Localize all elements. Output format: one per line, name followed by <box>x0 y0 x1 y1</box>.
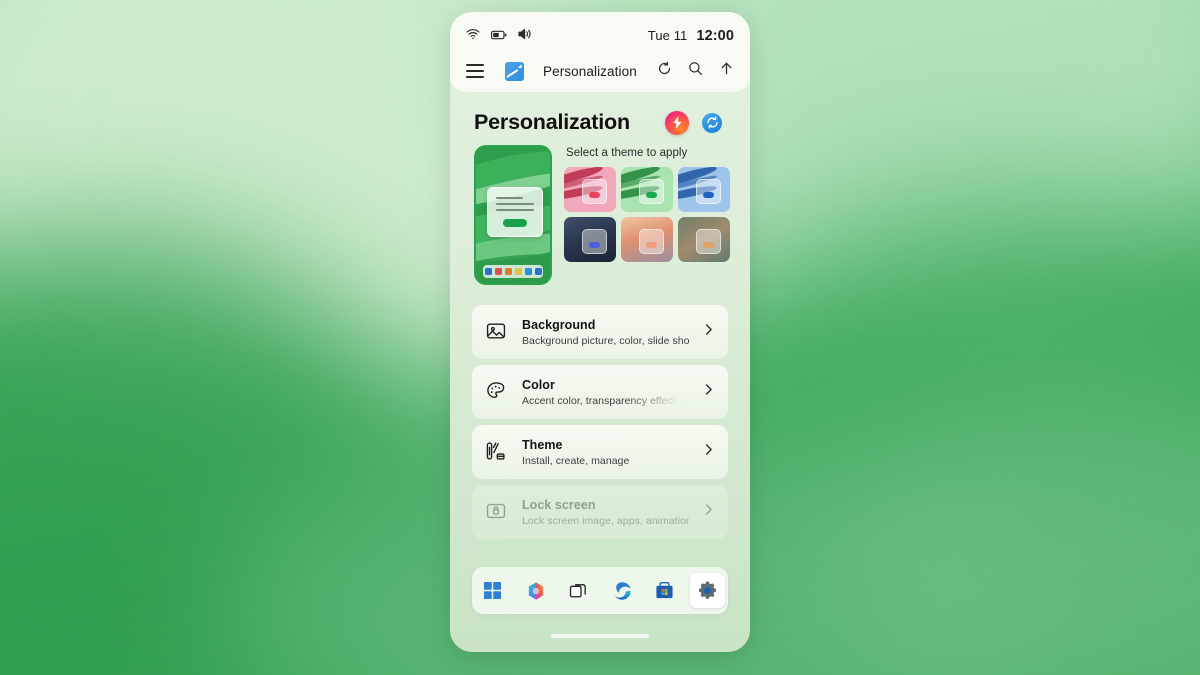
thumbnail-dialog-card <box>581 178 607 204</box>
page-header: Personalization <box>464 92 736 145</box>
windows-logo-icon <box>483 581 502 600</box>
hamburger-icon[interactable] <box>466 64 484 78</box>
thumbnail-accent-button <box>588 191 600 198</box>
home-indicator-bar <box>551 634 649 638</box>
theme-sunset[interactable] <box>621 217 673 262</box>
settings-row-title: Lock screen <box>522 497 596 512</box>
thumbnail-dialog-card <box>638 178 664 204</box>
preview-taskbar <box>483 265 543 278</box>
app-title: Personalization <box>543 63 637 79</box>
settings-row-subtitle: Lock screen image, apps, animations <box>522 514 689 527</box>
start-button[interactable] <box>475 573 510 608</box>
thumbnail-accent-button <box>645 191 657 198</box>
status-bar: Tue 11 12:00 <box>450 22 750 50</box>
store-button[interactable] <box>647 573 682 608</box>
app-bar-actions <box>657 61 734 81</box>
microsoft-store-icon <box>656 581 673 599</box>
chevron-right-icon[interactable] <box>702 503 715 521</box>
current-theme-preview[interactable] <box>474 145 552 285</box>
phone-mockup: Tue 11 12:00 Personalization Personaliza… <box>450 12 750 652</box>
volume-icon <box>518 27 533 45</box>
lock-icon <box>485 500 509 524</box>
settings-row-color[interactable]: Color Accent color, transparency effect, … <box>472 365 728 419</box>
status-date: Tue 11 <box>647 28 688 43</box>
thumbnail-dialog-card <box>695 228 721 254</box>
thumbnail-dialog-card <box>638 228 664 254</box>
thumbnail-accent-button <box>588 241 600 248</box>
header-badges <box>665 110 728 135</box>
settings-row-background[interactable]: Background Background picture, color, sli… <box>472 305 728 359</box>
gear-icon <box>699 581 716 599</box>
settings-row-subtitle: Background picture, color, slide show <box>522 334 689 347</box>
status-bar-clock: Tue 11 12:00 <box>648 28 734 44</box>
preview-accent-button <box>503 219 527 228</box>
theme-picker: Select a theme to apply <box>464 145 736 285</box>
search-icon[interactable] <box>688 61 703 81</box>
theme-pink[interactable] <box>564 167 616 212</box>
settings-row-title: Background <box>522 317 596 332</box>
app-bar: Personalization <box>450 50 750 92</box>
settings-row-lock-screen[interactable]: Lock screen Lock screen image, apps, anim… <box>472 485 728 539</box>
copilot-icon <box>528 581 543 600</box>
preview-dialog-card <box>487 187 543 237</box>
thumbnail-dialog-card <box>695 178 721 204</box>
theme-brush-icon <box>485 440 509 464</box>
page-title: Personalization <box>474 110 630 134</box>
theme-thumbnail-grid <box>564 167 730 262</box>
image-icon <box>485 320 509 344</box>
settings-row-title: Color <box>522 377 555 392</box>
theme-coast[interactable] <box>678 217 730 262</box>
settings-row-text: Theme Install, create, manage <box>522 438 689 467</box>
thumbnail-accent-button <box>645 241 657 248</box>
task-view-icon <box>569 584 586 598</box>
theme-blue[interactable] <box>678 167 730 212</box>
taskbar-container <box>472 567 728 614</box>
chevron-right-icon[interactable] <box>702 383 715 401</box>
theme-picker-label: Select a theme to apply <box>566 147 688 159</box>
wifi-icon <box>466 27 480 45</box>
theme-night[interactable] <box>564 217 616 262</box>
chevron-right-icon[interactable] <box>702 323 715 341</box>
task-view-button[interactable] <box>561 573 596 608</box>
lightning-bolt-icon[interactable] <box>665 110 689 135</box>
personalization-app-icon <box>505 61 524 81</box>
settings-row-title: Theme <box>522 437 563 452</box>
status-time: 12:00 <box>696 28 734 44</box>
refresh-icon[interactable] <box>657 61 672 81</box>
settings-row-text: Color Accent color, transparency effect, … <box>522 378 689 407</box>
settings-row-subtitle: Accent color, transparency effect, color… <box>522 394 689 407</box>
settings-button[interactable] <box>690 573 725 608</box>
thumbnail-accent-button <box>702 241 714 248</box>
taskbar <box>472 567 728 614</box>
edge-button[interactable] <box>604 573 639 608</box>
settings-row-subtitle: Install, create, manage <box>522 454 630 467</box>
thumbnail-dialog-card <box>581 228 607 254</box>
settings-row-text: Background Background picture, color, sli… <box>522 318 689 347</box>
status-bar-icons <box>466 27 533 45</box>
sync-arrows-icon[interactable] <box>702 112 722 133</box>
up-arrow-icon[interactable] <box>719 61 734 81</box>
battery-icon <box>490 27 507 45</box>
settings-rows: Background Background picture, color, sli… <box>464 285 736 539</box>
phone-top-chrome: Tue 11 12:00 Personalization <box>450 12 750 92</box>
thumbnail-accent-button <box>702 191 714 198</box>
theme-green[interactable] <box>621 167 673 212</box>
theme-gallery: Select a theme to apply <box>564 145 730 285</box>
settings-page: Personalization Select a theme to apply … <box>450 92 750 539</box>
edge-icon <box>614 581 631 600</box>
copilot-button[interactable] <box>518 573 553 608</box>
settings-row-text: Lock screen Lock screen image, apps, anim… <box>522 498 689 527</box>
palette-icon <box>485 380 509 404</box>
chevron-right-icon[interactable] <box>702 443 715 461</box>
settings-row-theme[interactable]: Theme Install, create, manage <box>472 425 728 479</box>
